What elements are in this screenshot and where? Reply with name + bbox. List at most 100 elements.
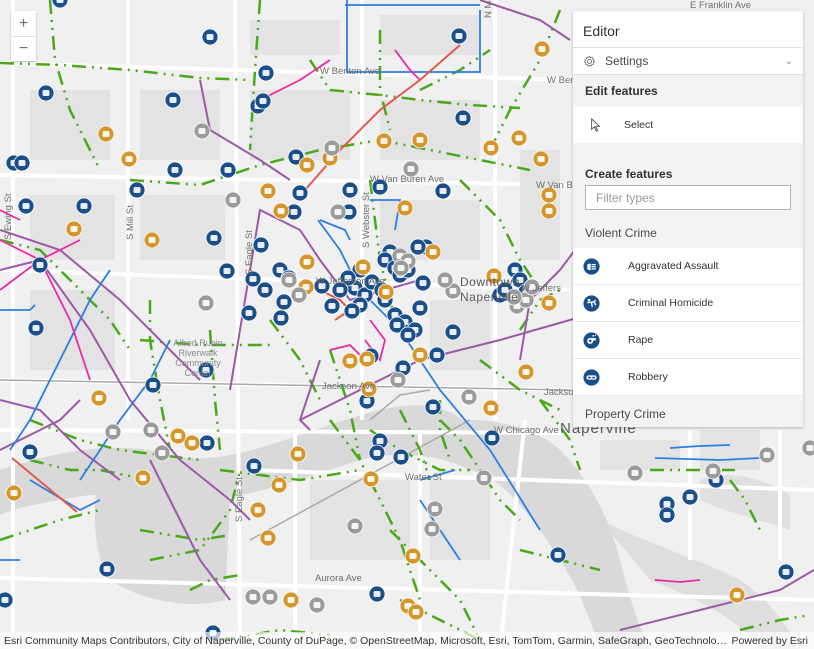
- other-crime-marker[interactable]: [153, 444, 171, 462]
- other-crime-marker[interactable]: [197, 294, 215, 312]
- violent-crime-marker[interactable]: [444, 323, 462, 341]
- feature-type-aggravated-assault[interactable]: Aggravated Assault: [573, 248, 803, 285]
- violent-crime-marker[interactable]: [0, 591, 14, 609]
- violent-crime-marker[interactable]: [21, 443, 39, 461]
- property-crime-marker[interactable]: [90, 389, 108, 407]
- violent-crime-marker[interactable]: [323, 297, 341, 315]
- violent-crime-marker[interactable]: [658, 506, 676, 524]
- attribution-text[interactable]: Esri Community Maps Contributors, City o…: [4, 635, 732, 647]
- other-crime-marker[interactable]: [290, 286, 308, 304]
- violent-crime-marker[interactable]: [341, 181, 359, 199]
- property-crime-marker[interactable]: [289, 445, 307, 463]
- property-crime-marker[interactable]: [298, 253, 316, 271]
- violent-crime-marker[interactable]: [198, 434, 216, 452]
- violent-crime-marker[interactable]: [291, 184, 309, 202]
- property-crime-marker[interactable]: [532, 150, 550, 168]
- other-crime-marker[interactable]: [758, 446, 776, 464]
- property-crime-marker[interactable]: [270, 476, 288, 494]
- violent-crime-marker[interactable]: [450, 27, 468, 45]
- violent-crime-marker[interactable]: [392, 448, 410, 466]
- property-crime-marker[interactable]: [5, 484, 23, 502]
- property-crime-marker[interactable]: [540, 294, 558, 312]
- other-crime-marker[interactable]: [323, 139, 341, 157]
- violent-crime-marker[interactable]: [343, 302, 361, 320]
- violent-crime-marker[interactable]: [27, 319, 45, 337]
- violent-crime-marker[interactable]: [240, 304, 258, 322]
- property-crime-marker[interactable]: [183, 434, 201, 452]
- property-crime-marker[interactable]: [482, 399, 500, 417]
- violent-crime-marker[interactable]: [424, 398, 442, 416]
- violent-crime-marker[interactable]: [454, 109, 472, 127]
- violent-crime-marker[interactable]: [245, 457, 263, 475]
- violent-crime-marker[interactable]: [411, 299, 429, 317]
- violent-crime-marker[interactable]: [31, 256, 49, 274]
- other-crime-marker[interactable]: [801, 439, 814, 457]
- property-crime-marker[interactable]: [97, 125, 115, 143]
- violent-crime-marker[interactable]: [144, 376, 162, 394]
- other-crime-marker[interactable]: [626, 464, 644, 482]
- other-crime-marker[interactable]: [193, 122, 211, 140]
- settings-toggle[interactable]: Settings ⌄: [573, 48, 803, 75]
- other-crime-marker[interactable]: [244, 588, 262, 606]
- property-crime-marker[interactable]: [259, 529, 277, 547]
- property-crime-marker[interactable]: [354, 258, 372, 276]
- property-crime-marker[interactable]: [411, 131, 429, 149]
- property-crime-marker[interactable]: [533, 40, 551, 58]
- other-crime-marker[interactable]: [704, 462, 722, 480]
- filter-types-input[interactable]: [596, 190, 780, 205]
- violent-crime-marker[interactable]: [777, 563, 795, 581]
- other-crime-marker[interactable]: [280, 271, 298, 289]
- violent-crime-marker[interactable]: [257, 64, 275, 82]
- property-crime-marker[interactable]: [282, 591, 300, 609]
- violent-crime-marker[interactable]: [549, 546, 567, 564]
- other-crime-marker[interactable]: [475, 469, 493, 487]
- other-crime-marker[interactable]: [104, 423, 122, 441]
- property-crime-marker[interactable]: [424, 243, 442, 261]
- violent-crime-marker[interactable]: [368, 585, 386, 603]
- violent-crime-marker[interactable]: [409, 238, 427, 256]
- violent-crime-marker[interactable]: [219, 161, 237, 179]
- violent-crime-marker[interactable]: [414, 274, 432, 292]
- other-crime-marker[interactable]: [423, 520, 441, 538]
- violent-crime-marker[interactable]: [128, 181, 146, 199]
- violent-crime-marker[interactable]: [399, 326, 417, 344]
- property-crime-marker[interactable]: [404, 547, 422, 565]
- violent-crime-marker[interactable]: [166, 161, 184, 179]
- violent-crime-marker[interactable]: [218, 262, 236, 280]
- violent-crime-marker[interactable]: [201, 28, 219, 46]
- other-crime-marker[interactable]: [329, 203, 347, 221]
- feature-type-robbery[interactable]: Robbery: [573, 359, 803, 396]
- violent-crime-marker[interactable]: [368, 444, 386, 462]
- other-crime-marker[interactable]: [308, 596, 326, 614]
- feature-type-criminal-homicide[interactable]: Criminal Homicide: [573, 285, 803, 322]
- property-crime-marker[interactable]: [517, 363, 535, 381]
- property-crime-marker[interactable]: [411, 346, 429, 364]
- other-crime-marker[interactable]: [224, 191, 242, 209]
- violent-crime-marker[interactable]: [164, 91, 182, 109]
- select-button[interactable]: Select: [573, 107, 803, 143]
- violent-crime-marker[interactable]: [51, 0, 69, 9]
- feature-type-rape[interactable]: Rape: [573, 322, 803, 359]
- violent-crime-marker[interactable]: [434, 182, 452, 200]
- property-crime-marker[interactable]: [272, 202, 290, 220]
- violent-crime-marker[interactable]: [13, 154, 31, 172]
- violent-crime-marker[interactable]: [98, 560, 116, 578]
- violent-crime-marker[interactable]: [252, 236, 270, 254]
- zoom-out-button[interactable]: −: [11, 36, 36, 61]
- property-crime-marker[interactable]: [362, 470, 380, 488]
- property-crime-marker[interactable]: [143, 231, 161, 249]
- property-crime-marker[interactable]: [259, 182, 277, 200]
- other-crime-marker[interactable]: [460, 388, 478, 406]
- property-crime-marker[interactable]: [341, 352, 359, 370]
- property-crime-marker[interactable]: [358, 350, 376, 368]
- property-crime-marker[interactable]: [249, 501, 267, 519]
- zoom-in-button[interactable]: +: [11, 11, 36, 36]
- property-crime-marker[interactable]: [169, 427, 187, 445]
- other-crime-marker[interactable]: [392, 259, 410, 277]
- violent-crime-marker[interactable]: [681, 488, 699, 506]
- property-crime-marker[interactable]: [728, 586, 746, 604]
- other-crime-marker[interactable]: [436, 271, 454, 289]
- violent-crime-marker[interactable]: [37, 84, 55, 102]
- property-crime-marker[interactable]: [510, 129, 528, 147]
- violent-crime-marker[interactable]: [254, 92, 272, 110]
